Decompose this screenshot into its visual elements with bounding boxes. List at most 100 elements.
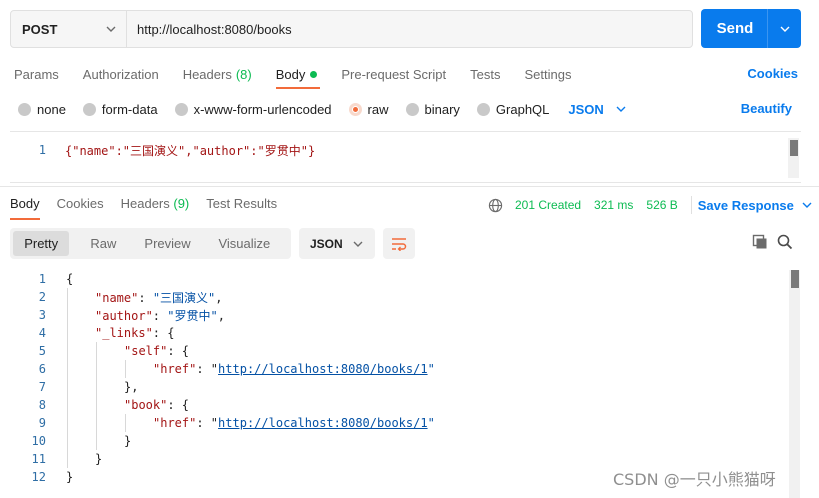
url-input[interactable]: http://localhost:8080/books — [127, 11, 692, 47]
code-token: "href": "http://localhost:8080/books/1" — [153, 362, 435, 376]
cookies-link[interactable]: Cookies — [747, 66, 798, 81]
line-number: 11 — [31, 452, 46, 466]
view-mode-tabs: Pretty Raw Preview Visualize — [10, 228, 291, 259]
json-link[interactable]: http://localhost:8080/books/1 — [218, 362, 428, 376]
view-visualize[interactable]: Visualize — [198, 231, 291, 256]
view-pretty[interactable]: Pretty — [13, 231, 70, 256]
wrap-lines-icon — [392, 237, 407, 251]
chevron-down-icon — [616, 106, 626, 112]
radio-label: raw — [367, 101, 389, 117]
line-number: 4 — [38, 326, 46, 340]
scrollbar-thumb[interactable] — [790, 140, 798, 156]
radio-graphql[interactable]: GraphQL — [476, 101, 550, 117]
response-meta: 201 Created 321 ms 526 B Save Response — [488, 196, 812, 214]
globe-icon[interactable] — [488, 198, 503, 213]
code-token: } — [66, 470, 74, 484]
tab-label: Headers — [120, 196, 170, 211]
response-body-editor[interactable]: 1 { 2 "name": "三国演义", 3 "author": "罗贯中",… — [10, 270, 800, 498]
body-language-select[interactable]: JSON — [568, 101, 626, 117]
radio-binary[interactable]: binary — [405, 102, 460, 117]
radio-label: form-data — [101, 101, 158, 117]
code-line: 2 "name": "三国演义", — [10, 288, 770, 306]
code-line: 3 "author": "罗贯中", — [10, 306, 770, 324]
tab-response-cookies[interactable]: Cookies — [57, 196, 104, 214]
tab-body-label: Body — [275, 66, 306, 82]
divider — [690, 196, 692, 214]
radio-button-icon — [18, 102, 31, 116]
search-icon[interactable] — [777, 234, 793, 250]
response-size[interactable]: 526 B — [646, 198, 677, 212]
code-token: } — [95, 452, 103, 466]
save-response-button[interactable]: Save Response — [698, 198, 812, 213]
copy-icon[interactable] — [752, 234, 768, 250]
radio-button-icon — [405, 102, 419, 116]
line-number: 6 — [38, 362, 46, 376]
radio-urlencoded[interactable]: x-www-form-urlencoded — [174, 101, 332, 117]
response-format-select[interactable]: JSON — [299, 228, 375, 259]
request-body-text: {"name":"三国演义","author":"罗贯中"} — [65, 143, 316, 158]
headers-count: (9) — [173, 196, 190, 211]
tab-body[interactable]: Body — [276, 64, 318, 84]
code-token: "self": { — [124, 344, 190, 358]
radio-button-icon — [82, 102, 96, 116]
request-bar: POST http://localhost:8080/books — [10, 10, 693, 48]
json-key: "author" — [95, 308, 153, 323]
code-token: { — [66, 272, 74, 286]
scrollbar-thumb[interactable] — [791, 270, 799, 288]
json-key: "_links" — [95, 326, 153, 340]
wrap-lines-button[interactable] — [383, 228, 415, 259]
json-key: "href" — [153, 362, 197, 376]
method-select[interactable]: POST — [11, 11, 127, 47]
radio-none[interactable]: none — [18, 102, 66, 117]
tab-test-results[interactable]: Test Results — [206, 196, 277, 214]
line-number: 12 — [31, 470, 46, 484]
response-time[interactable]: 321 ms — [594, 198, 633, 212]
tab-headers-label: Headers — [182, 66, 232, 82]
json-link[interactable]: http://localhost:8080/books/1 — [218, 416, 428, 430]
send-label: Send — [716, 20, 754, 37]
request-body-editor[interactable]: 1 {"name":"三国演义","author":"罗贯中"} — [10, 131, 801, 183]
line-number: 1 — [38, 143, 46, 157]
line-number: 10 — [31, 434, 46, 448]
line-number: 5 — [38, 344, 46, 358]
chevron-down-icon — [353, 241, 363, 247]
tab-prerequest-script[interactable]: Pre-request Script — [341, 64, 446, 84]
status-code[interactable]: 201 Created — [515, 198, 581, 212]
code-line: 5 "self": { — [10, 342, 770, 360]
radio-label: GraphQL — [495, 101, 550, 117]
code-line: 10 } — [10, 432, 770, 450]
beautify-button[interactable]: Beautify — [741, 101, 792, 116]
code-token: "name": "三国演义", — [95, 290, 223, 305]
editor-scrollbar[interactable] — [789, 270, 800, 498]
code-token: "href": "http://localhost:8080/books/1" — [153, 416, 435, 430]
send-options-button[interactable] — [767, 9, 801, 48]
tab-authorization[interactable]: Authorization — [83, 64, 159, 84]
radio-form-data[interactable]: form-data — [82, 101, 158, 117]
tab-headers[interactable]: Headers (8) — [183, 64, 252, 84]
json-key: "href" — [153, 416, 197, 430]
line-number: 7 — [38, 380, 46, 394]
tab-response-body[interactable]: Body — [10, 196, 40, 214]
tab-settings[interactable]: Settings — [524, 64, 571, 84]
chevron-down-icon — [802, 202, 812, 208]
language-label: JSON — [568, 101, 604, 117]
json-key: "book" — [124, 398, 168, 412]
send-button[interactable]: Send — [701, 9, 801, 48]
code-line: 4 "_links": { — [10, 324, 770, 342]
save-response-label: Save Response — [697, 197, 794, 213]
radio-raw[interactable]: raw — [348, 101, 389, 117]
code-line: 6 "href": "http://localhost:8080/books/1… — [10, 360, 770, 378]
view-preview[interactable]: Preview — [137, 231, 197, 256]
editor-line: 1 {"name":"三国演义","author":"罗贯中"} — [10, 141, 801, 159]
line-number: 9 — [38, 416, 46, 430]
code-token: "_links": { — [95, 326, 175, 340]
radio-label: x-www-form-urlencoded — [193, 101, 332, 117]
tab-params[interactable]: Params — [14, 64, 59, 84]
headers-count: (8) — [235, 66, 252, 82]
view-raw[interactable]: Raw — [69, 231, 137, 256]
active-tab-indicator — [276, 87, 320, 89]
tab-response-headers[interactable]: Headers (9) — [121, 196, 190, 214]
tab-tests[interactable]: Tests — [470, 64, 500, 84]
code-token: }, — [124, 380, 139, 394]
modified-dot-icon — [310, 70, 318, 78]
